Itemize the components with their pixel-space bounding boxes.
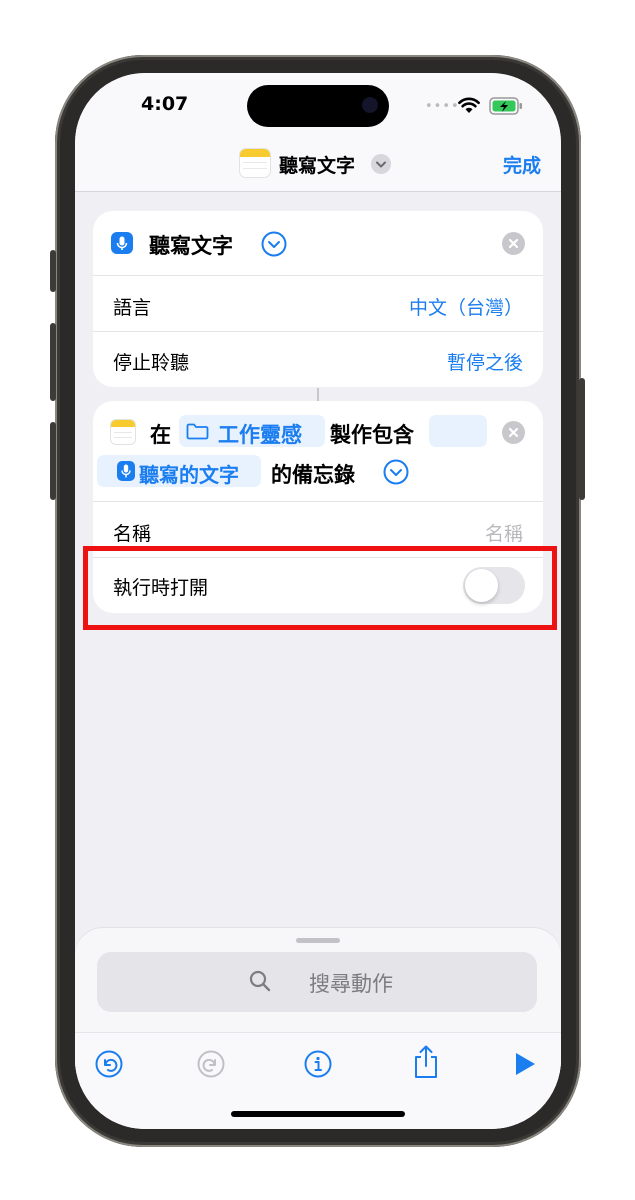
sheet-grabber[interactable] [296,938,340,943]
folder-icon [186,423,209,440]
name-label: 名稱 [113,523,152,545]
language-value[interactable]: 中文（台灣） [409,293,523,320]
expand-chevron-icon[interactable] [261,231,287,257]
action-connector [317,388,319,401]
wifi-icon [458,97,480,113]
stop-listening-value[interactable]: 暫停之後 [447,348,523,375]
search-placeholder: 搜尋動作 [309,972,393,996]
notes-app-icon[interactable] [240,149,270,177]
highlight-box [83,546,557,630]
shortcut-title[interactable]: 聽寫文字 [279,151,355,178]
dictate-text-action[interactable]: 聽寫文字 語言 中文（台灣） 停止聆聽 暫停之後 [93,211,543,387]
variable-name: 聽寫的文字 [139,463,239,487]
dictated-text-variable[interactable]: 聽寫的文字 [97,455,261,487]
language-label: 語言 [113,297,152,319]
home-indicator [231,1111,405,1117]
play-icon[interactable] [513,1051,537,1077]
remove-action-icon[interactable] [502,421,525,444]
info-icon[interactable] [304,1050,332,1078]
stop-listening-label: 停止聆聽 [113,352,190,374]
microphone-icon [117,461,135,481]
volume-up-button [50,323,56,401]
redo-icon[interactable] [197,1050,225,1078]
status-time: 4:07 [141,93,189,115]
signal-icon: •••• [425,99,460,114]
chevron-down-icon[interactable] [371,154,391,174]
search-actions-field[interactable]: 搜尋動作 [97,952,537,1012]
action-prefix-text: 在 [150,423,171,447]
action-button [50,250,56,292]
microphone-icon [111,232,133,254]
status-bar: 4:07 •••• [75,73,561,133]
folder-name: 工作靈感 [218,423,302,447]
action-sheet: 搜尋動作 [75,928,561,1129]
language-row[interactable]: 語言 中文（台灣） [93,275,543,332]
done-button[interactable]: 完成 [503,151,541,178]
folder-token[interactable]: 工作靈感 [179,415,325,447]
battery-icon [489,97,522,115]
undo-icon[interactable] [95,1050,123,1078]
content-token[interactable] [429,415,487,447]
power-button [579,378,585,500]
search-icon [249,970,271,992]
share-icon[interactable] [412,1044,440,1080]
action-suffix-text: 的備忘錄 [271,463,355,487]
name-input[interactable]: 名稱 [485,519,523,546]
remove-action-icon[interactable] [502,232,525,255]
action-middle-text: 製作包含 [330,423,414,447]
camera-icon [362,97,378,113]
volume-down-button [50,422,56,500]
notes-icon [111,420,135,444]
navigation-bar: 聽寫文字 完成 [75,133,561,192]
expand-chevron-icon[interactable] [383,459,409,485]
action-title: 聽寫文字 [149,234,233,258]
stop-listening-row[interactable]: 停止聆聽 暫停之後 [93,331,543,388]
